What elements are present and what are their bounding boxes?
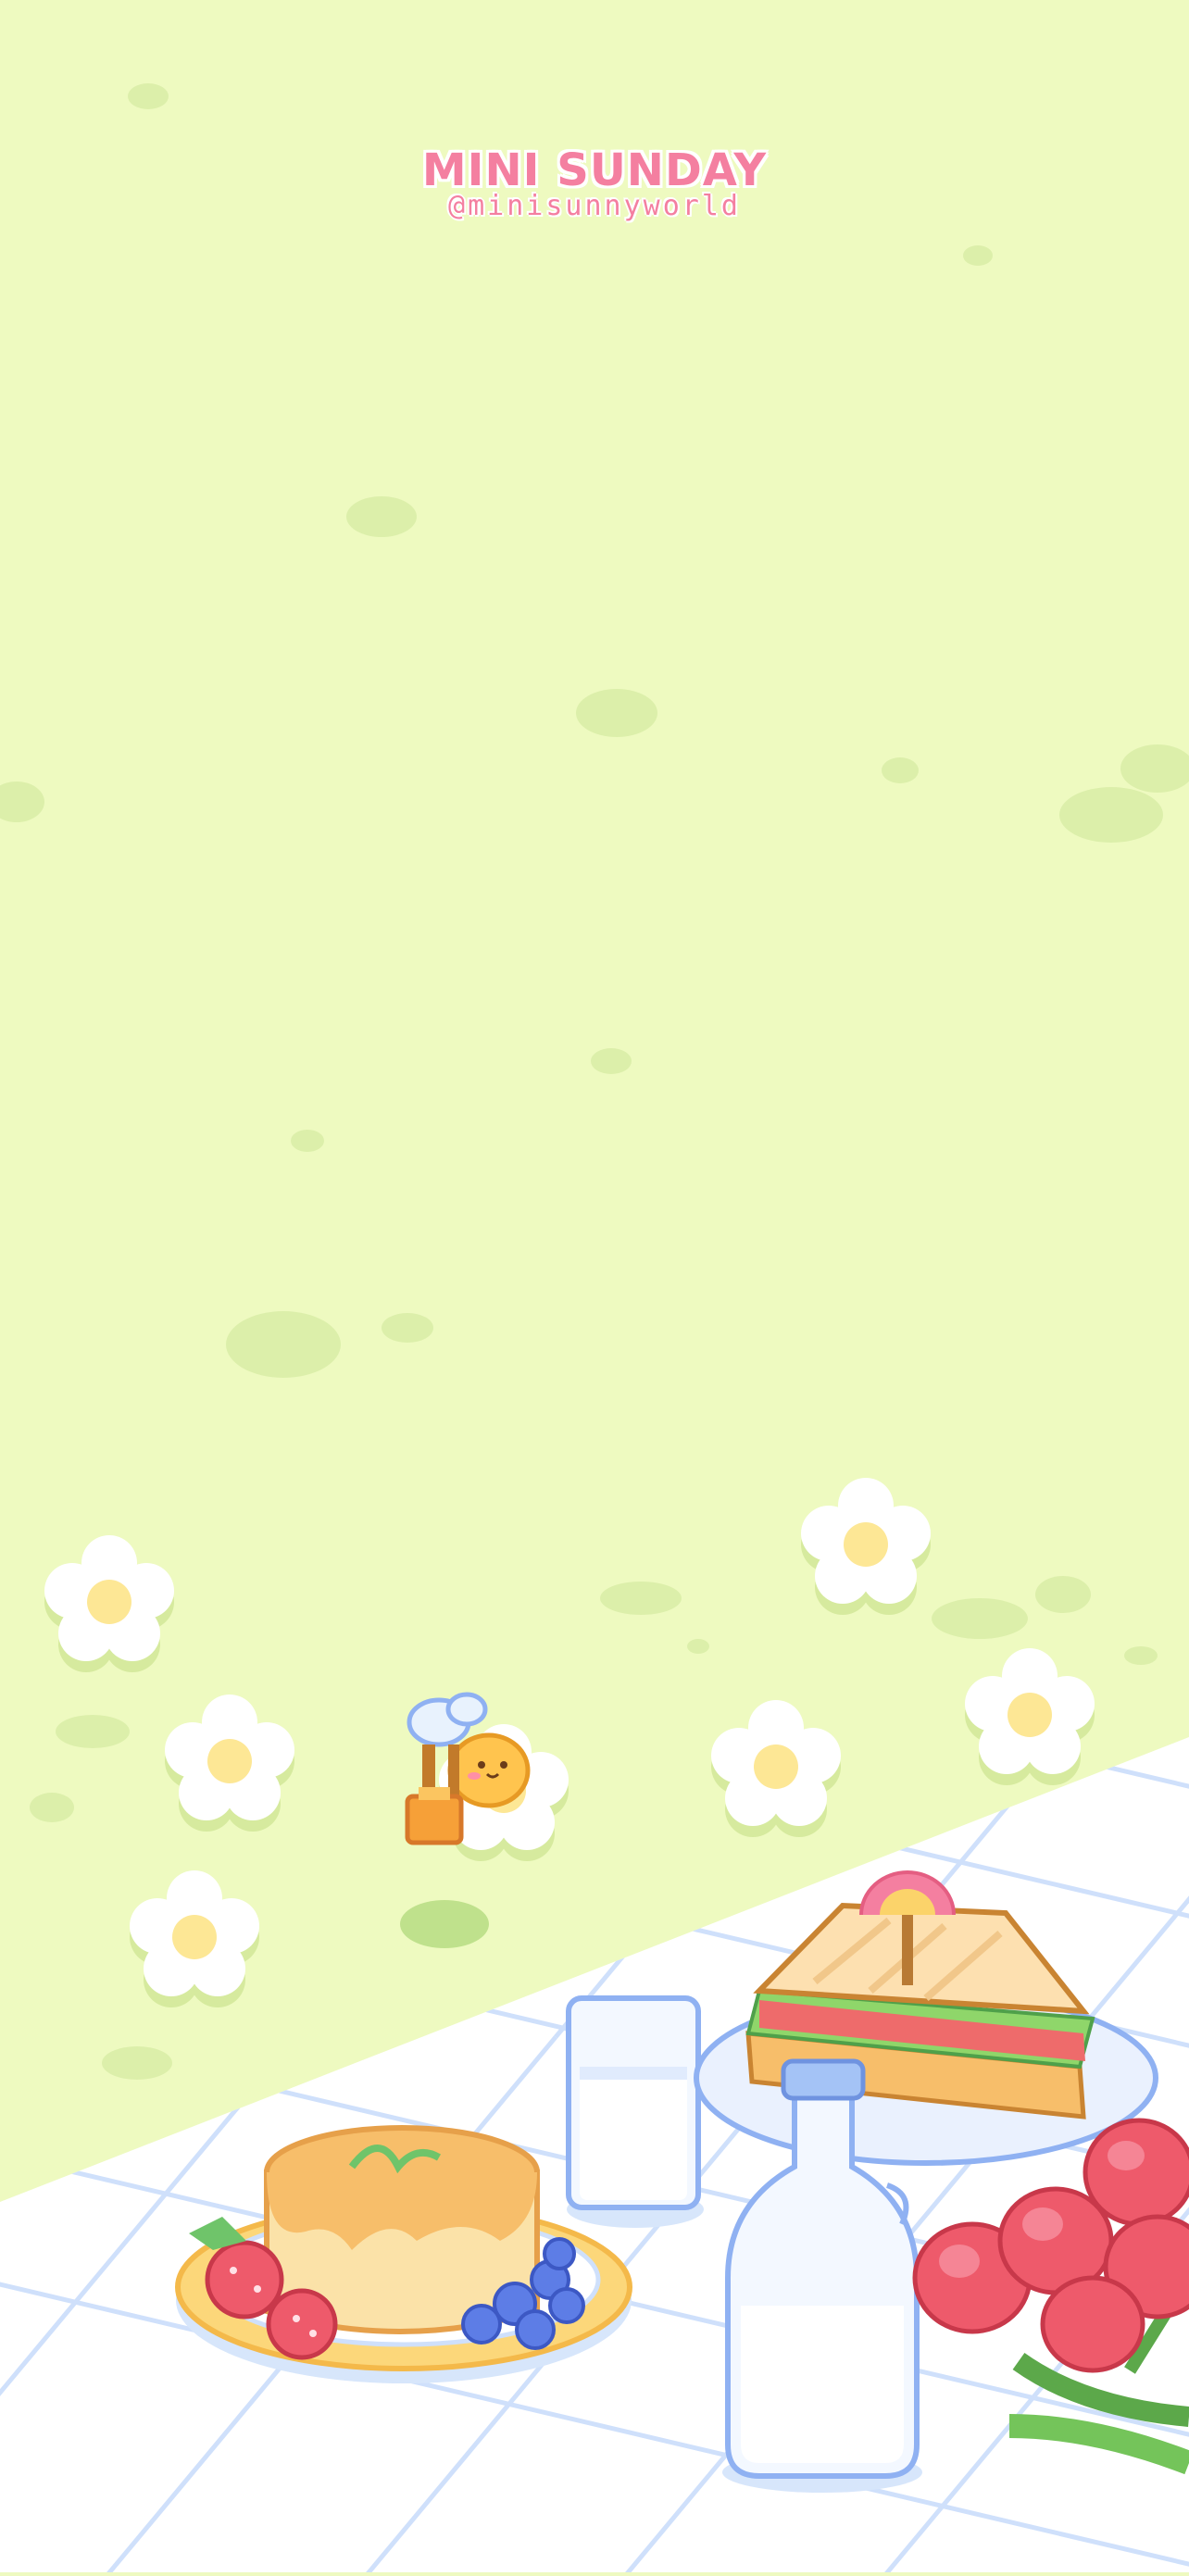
honey-pot-icon: [405, 1787, 464, 1845]
watermark-handle: @minisunnyworld: [448, 190, 741, 222]
milk-glass: [566, 1995, 704, 2228]
wallpaper-scene: [0, 0, 1189, 2572]
watermark-title: MINI SUNDAY: [421, 144, 768, 196]
illustration: [0, 0, 1189, 2572]
